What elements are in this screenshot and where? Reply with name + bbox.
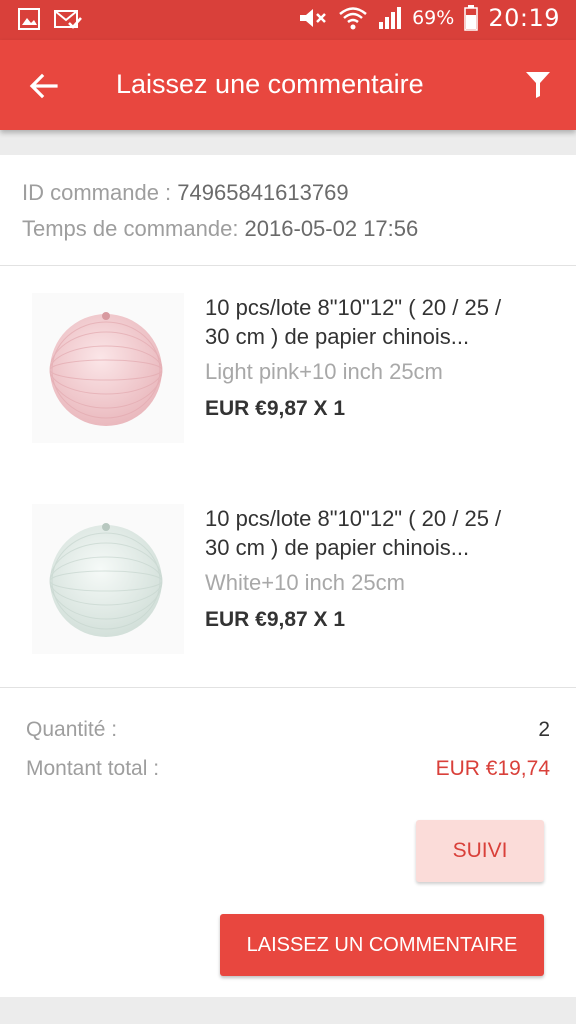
app-bar: Laissez une commentaire (0, 40, 576, 130)
product-title-line: 10 pcs/lote 8"10"12" ( 20 / 25 / (205, 506, 502, 531)
quantity-label: Quantité : (26, 718, 118, 741)
product-price: EUR €9,87 X 1 (205, 608, 346, 631)
divider (0, 265, 576, 266)
paper-lantern-image (49, 312, 163, 426)
signal-icon (379, 7, 402, 29)
divider (0, 687, 576, 688)
order-card: ID commande : 74965841613769 Temps de co… (0, 155, 576, 997)
order-id-value: 74965841613769 (177, 180, 349, 205)
order-id-label: ID commande : (22, 180, 178, 205)
product-thumbnail[interactable] (32, 504, 184, 654)
product-variant: White+10 inch 25cm (205, 570, 405, 595)
filter-icon[interactable] (526, 72, 550, 98)
mute-icon (300, 9, 326, 27)
leave-comment-button[interactable]: LAISSEZ UN COMMENTAIRE (220, 914, 544, 976)
gallery-icon (18, 8, 40, 30)
product-price: EUR €9,87 X 1 (205, 397, 346, 420)
total-value: EUR €19,74 (435, 757, 550, 780)
page-title: Laissez une commentaire (116, 69, 424, 99)
order-id-row: ID commande : 74965841613769 (22, 177, 418, 213)
order-time-label: Temps de commande: (22, 216, 245, 241)
product-thumbnail[interactable] (32, 293, 184, 443)
suivi-button[interactable]: SUIVI (416, 820, 544, 882)
total-label: Montant total : (26, 757, 160, 780)
status-bar: 69% 20:19 (0, 0, 576, 40)
product-title-line: 10 pcs/lote 8"10"12" ( 20 / 25 / (205, 295, 502, 320)
order-item[interactable]: 10 pcs/lote 8"10"12" ( 20 / 25 / 30 cm )… (0, 504, 576, 674)
arrow-left-icon[interactable] (26, 68, 62, 104)
order-item[interactable]: 10 pcs/lote 8"10"12" ( 20 / 25 / 30 cm )… (0, 293, 576, 463)
product-variant: Light pink+10 inch 25cm (205, 359, 443, 384)
order-info: ID commande : 74965841613769 Temps de co… (22, 177, 418, 249)
product-title[interactable]: 10 pcs/lote 8"10"12" ( 20 / 25 / 30 cm )… (205, 293, 555, 351)
order-time-value: 2016-05-02 17:56 (244, 216, 419, 241)
quantity-value: 2 (538, 718, 550, 741)
product-title[interactable]: 10 pcs/lote 8"10"12" ( 20 / 25 / 30 cm )… (205, 504, 555, 562)
mail-check-icon (54, 10, 82, 29)
battery-icon (464, 5, 479, 31)
order-time-row: Temps de commande: 2016-05-02 17:56 (22, 213, 418, 249)
product-title-line: 30 cm ) de papier chinois... (205, 324, 470, 349)
wifi-icon (339, 7, 367, 30)
clock: 20:19 (488, 4, 560, 32)
paper-lantern-image (49, 523, 163, 637)
battery-percent: 69% (412, 7, 455, 29)
product-title-line: 30 cm ) de papier chinois... (205, 535, 470, 560)
